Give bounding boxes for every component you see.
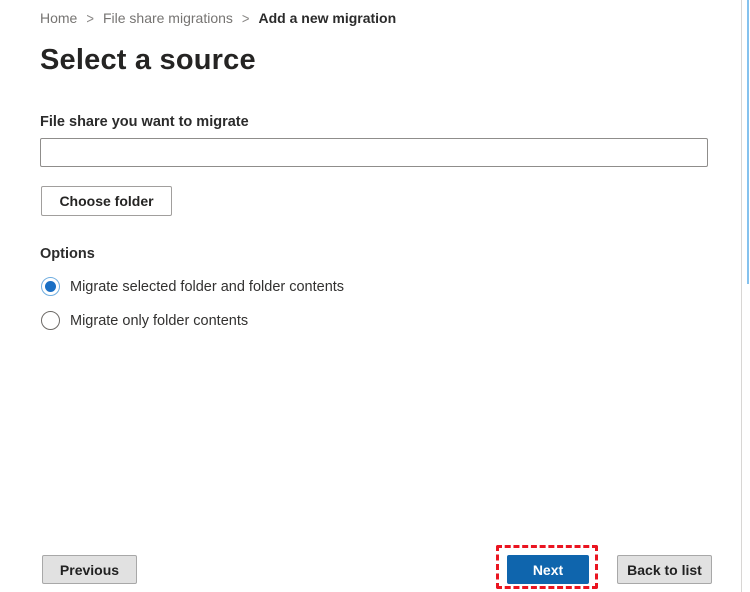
panel-right-border [741, 0, 742, 592]
breadcrumb-home[interactable]: Home [40, 10, 77, 26]
next-button[interactable]: Next [507, 555, 589, 584]
options-label: Options [40, 246, 95, 262]
radio-button-icon [41, 311, 60, 330]
back-to-list-button[interactable]: Back to list [617, 555, 712, 584]
chevron-right-icon: > [86, 9, 94, 27]
radio-migrate-folder-and-contents[interactable]: Migrate selected folder and folder conte… [41, 277, 344, 296]
add-migration-page: Home > File share migrations > Add a new… [0, 0, 750, 592]
page-title: Select a source [40, 44, 256, 76]
file-share-label: File share you want to migrate [40, 114, 249, 130]
chevron-right-icon: > [241, 9, 250, 27]
choose-folder-button[interactable]: Choose folder [41, 186, 172, 216]
radio-label: Migrate only folder contents [70, 312, 249, 329]
radio-label: Migrate selected folder and folder conte… [70, 278, 345, 295]
file-share-input[interactable] [40, 138, 708, 167]
breadcrumb-add-a-new-migration: Add a new migration [258, 10, 397, 26]
breadcrumb-file-share-migrations[interactable]: File share migrations [103, 10, 233, 26]
radio-button-icon [41, 277, 60, 296]
breadcrumb: Home > File share migrations > Add a new… [40, 9, 397, 27]
previous-button[interactable]: Previous [42, 555, 137, 584]
radio-migrate-only-contents[interactable]: Migrate only folder contents [41, 311, 248, 330]
scrollbar-thumb[interactable] [747, 0, 749, 284]
